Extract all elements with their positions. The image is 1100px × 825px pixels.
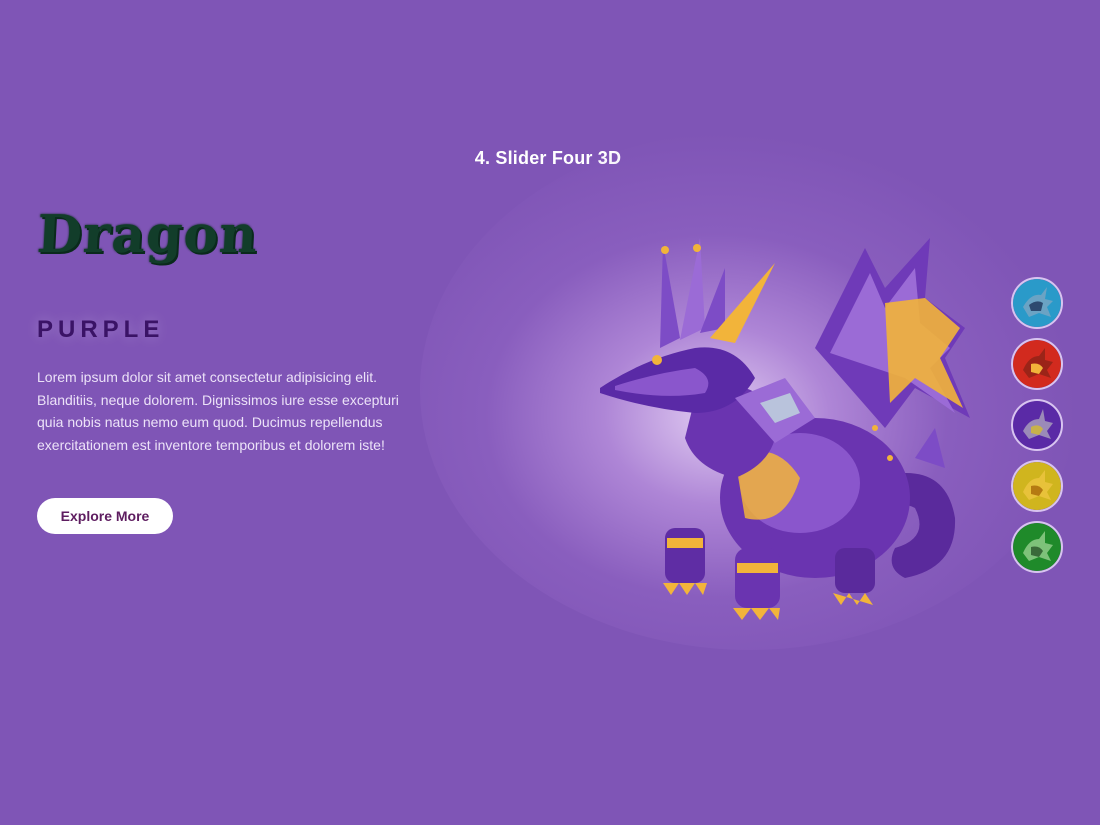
slide-description: Lorem ipsum dolor sit amet consectetur a…	[37, 369, 399, 453]
thumbnail-green[interactable]	[1011, 521, 1063, 573]
red-dragon-thumbnail-icon	[1013, 340, 1061, 388]
thumbnail-list	[1011, 277, 1063, 573]
section-title: 4. Slider Four 3D	[474, 148, 622, 168]
variant-title: PURPLE	[37, 316, 165, 343]
green-dragon-thumbnail-icon	[1013, 523, 1061, 571]
slider-page: 4. Slider Four 3D Dragon PURPLE Lorem ip…	[0, 0, 1100, 825]
yellow-dragon-thumbnail-icon	[1013, 462, 1061, 510]
thumbnail-teal[interactable]	[1011, 277, 1063, 329]
thumbnail-red[interactable]	[1011, 338, 1063, 390]
explore-more-button[interactable]: Explore More	[37, 498, 173, 534]
teal-dragon-thumbnail-icon	[1013, 279, 1061, 327]
thumbnail-purple[interactable]	[1011, 399, 1063, 451]
purple-dragon-thumbnail-icon	[1013, 401, 1061, 449]
purple-dragon-icon	[600, 238, 970, 620]
thumbnail-yellow[interactable]	[1011, 460, 1063, 512]
brand-title: Dragon	[35, 204, 260, 265]
